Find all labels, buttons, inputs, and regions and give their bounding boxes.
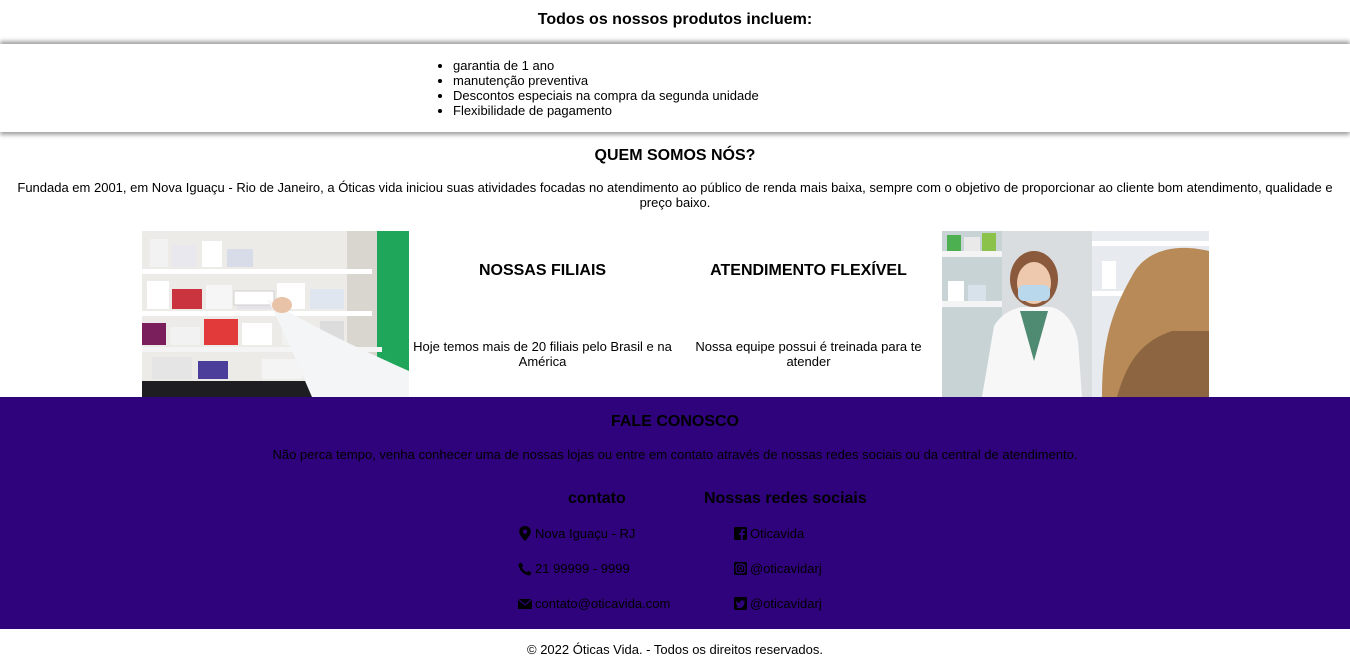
- contact-title: FALE CONOSCO: [610, 413, 739, 430]
- instagram-item[interactable]: @oticavidarj: [734, 561, 822, 576]
- benefits-title: Todos os nossos produtos incluem:: [537, 11, 813, 28]
- phone-text: 21 99999 - 9999: [535, 561, 630, 576]
- footer-copyright: © 2022 Óticas Vida. - Todos os direitos …: [527, 642, 823, 657]
- benefits-list: garantia de 1 ano manutenção preventiva …: [453, 58, 759, 118]
- benefit-item: Descontos especiais na compra da segunda…: [453, 88, 759, 103]
- twitter-icon: [734, 597, 747, 610]
- twitter-item[interactable]: @oticavidarj: [734, 596, 822, 611]
- phone-item: 21 99999 - 9999: [518, 561, 630, 576]
- instagram-link[interactable]: @oticavidarj: [750, 561, 822, 576]
- card-atendimento: ATENDIMENTO FLEXÍVEL Nossa equipe possui…: [675, 231, 942, 397]
- card-filiais: NOSSAS FILIAIS Hoje temos mais de 20 fil…: [409, 231, 676, 397]
- instagram-icon: [734, 562, 747, 575]
- benefit-item: garantia de 1 ano: [453, 58, 759, 73]
- benefits-section: garantia de 1 ano manutenção preventiva …: [0, 44, 1350, 132]
- about-text: Fundada em 2001, em Nova Iguaçu - Rio de…: [17, 180, 1333, 210]
- card-title: NOSSAS FILIAIS: [478, 262, 607, 279]
- phone-icon: [518, 562, 532, 575]
- pharmacy-shelf-photo: [142, 231, 409, 397]
- benefit-item: manutenção preventiva: [453, 73, 759, 88]
- contact-column-title: contato: [568, 490, 626, 507]
- envelope-icon: [518, 598, 532, 609]
- contact-section: FALE CONOSCO Não perca tempo, venha conh…: [0, 397, 1350, 629]
- card-title: ATENDIMENTO FLEXÍVEL: [710, 262, 907, 279]
- contact-text: Não perca tempo, venha conhecer uma de n…: [272, 447, 1078, 462]
- benefit-item: Flexibilidade de pagamento: [453, 103, 759, 118]
- pharmacist-photo: [942, 231, 1209, 397]
- email-item[interactable]: contato@oticavida.com: [518, 596, 670, 611]
- facebook-item[interactable]: Oticavida: [734, 526, 804, 541]
- location-item: Nova Iguaçu - RJ: [518, 526, 635, 541]
- email-link[interactable]: contato@oticavida.com: [535, 596, 670, 611]
- card-text: Nossa equipe possui é treinada para te a…: [695, 339, 922, 369]
- twitter-link[interactable]: @oticavidarj: [750, 596, 822, 611]
- facebook-icon: [734, 527, 747, 540]
- card-text: Hoje temos mais de 20 filiais pelo Brasi…: [413, 339, 672, 369]
- about-title: QUEM SOMOS NÓS?: [594, 147, 756, 164]
- facebook-link[interactable]: Oticavida: [750, 526, 804, 541]
- map-pin-icon: [519, 526, 531, 541]
- location-text: Nova Iguaçu - RJ: [535, 526, 636, 541]
- social-column-title: Nossas redes sociais: [704, 490, 867, 507]
